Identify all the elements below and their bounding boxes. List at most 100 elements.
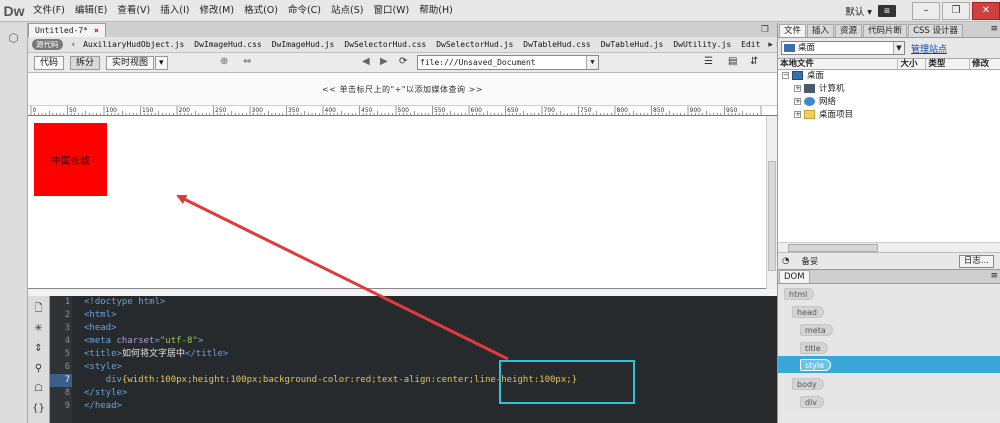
dom-node-div[interactable]: div [800,396,825,408]
related-file[interactable]: DwSelectorHud.css [339,40,431,49]
refresh-icon[interactable]: ⟳ [399,56,407,67]
col-type[interactable]: 类型 [926,59,971,69]
chevron-right-icon[interactable]: ▸ » [765,40,777,50]
dom-node-body[interactable]: body [792,378,824,390]
tab-css-designer[interactable]: CSS 设计器 [908,24,963,37]
tree-item-computer[interactable]: + 计算机 [778,83,1000,96]
code-line[interactable]: <html> [84,309,577,322]
source-code-badge[interactable]: 源代码 [32,39,63,50]
open-documents-icon[interactable]: 🗋 [32,302,46,316]
dom-node-style[interactable]: style [800,359,832,371]
tab-assets[interactable]: 资源 [835,24,863,37]
menu-view[interactable]: 查看(V) [112,0,155,22]
workspace-switcher[interactable]: 默认 ▾ [845,4,872,18]
chevron-left-icon[interactable]: ‹ [69,40,79,50]
related-file[interactable]: Edit [736,40,765,49]
code-line[interactable]: </style> [84,387,577,400]
collapse-icon[interactable]: − [782,72,789,79]
menu-file[interactable]: 文件(F) [28,0,70,22]
code-editor[interactable]: <!doctype html> <html> <head> <meta char… [84,296,577,423]
site-select[interactable]: 桌面 ▼ [781,41,905,55]
design-scrollbar[interactable] [766,116,777,289]
related-file[interactable]: DwTableHud.js [596,40,669,49]
code-line[interactable]: <style> [84,361,577,374]
related-file[interactable]: DwUtility.js [668,40,736,49]
address-input[interactable]: file:///Unsaved_Document ▼ [417,55,599,70]
files-scrollbar[interactable] [778,242,1000,253]
panel-menu-icon[interactable]: ≡ [990,271,998,281]
menu-format[interactable]: 格式(O) [239,0,283,22]
chevron-down-icon[interactable]: ▼ [586,56,598,69]
code-line[interactable]: <head> [84,322,577,335]
select-parent-icon[interactable]: ⚲ [32,362,46,376]
close-button[interactable]: ✕ [972,1,1000,20]
related-file[interactable]: DwImageHud.js [267,40,340,49]
kb-icon[interactable]: ⊞ [878,4,896,17]
document-tab[interactable]: Untitled-7* × [28,23,106,37]
related-file[interactable]: DwTableHud.css [518,40,595,49]
highlight-icon[interactable]: ✳ [32,322,46,336]
split-view-button[interactable]: 拆分 [70,55,101,70]
expand-icon[interactable]: + [794,85,801,92]
code-view[interactable]: 🗋 ✳ ⇕ ⚲ ☖ {} 1 2 3 4 5 6 7 8 9 <!doctype… [28,296,777,423]
tab-insert[interactable]: 插入 [807,24,835,37]
insert-icon[interactable]: ⬡ [5,29,23,47]
sort-icon[interactable]: ⇵ [750,56,758,67]
code-line-current[interactable]: div{width:100px;height:100px;background-… [84,374,577,387]
dom-node-meta[interactable]: meta [800,324,833,336]
forward-icon[interactable]: ▶ [380,56,388,67]
close-tab-icon[interactable]: × [94,26,99,35]
tree-item-network[interactable]: + 网络 [778,96,1000,109]
menu-window[interactable]: 窗口(W) [368,0,414,22]
tab-dom[interactable]: DOM [779,270,810,283]
dom-node-head[interactable]: head [792,306,824,318]
log-button[interactable]: 日志... [958,254,994,268]
col-local-files[interactable]: 本地文件 [778,59,899,69]
manage-sites-link[interactable]: 管理站点 [911,42,947,55]
restore-icon[interactable]: ❐ [761,23,769,37]
related-file[interactable]: AuxiliaryHudObject.js [78,40,189,49]
menu-help[interactable]: 帮助(H) [414,0,458,22]
tab-files[interactable]: 文件 [779,24,807,37]
col-modified[interactable]: 修改 [970,59,1000,69]
code-view-button[interactable]: 代码 [34,55,65,70]
expand-icon[interactable]: + [794,98,801,105]
dom-node-title[interactable]: title [800,342,828,354]
code-line[interactable]: <!doctype html> [84,296,577,309]
menu-insert[interactable]: 插入(I) [155,0,194,22]
live-view-button[interactable]: 实时视图 [106,55,155,70]
line-number: 4 [64,336,70,346]
tree-item-desktop[interactable]: − 桌面 [778,70,1000,83]
braces-icon[interactable]: {} [32,402,46,416]
tree-item-desktop-items[interactable]: + 桌面项目 [778,109,1000,122]
related-file[interactable]: DwSelectorHud.js [431,40,518,49]
expand-icon[interactable]: ⇕ [32,342,46,356]
maximize-button[interactable]: ❐ [942,1,970,20]
page-icon[interactable]: ▤ [728,56,737,67]
red-div-box[interactable]: 中国长城 [34,123,107,196]
minimize-button[interactable]: – [912,1,940,20]
tab-snippets[interactable]: 代码片断 [863,24,908,37]
menu-edit[interactable]: 编辑(E) [70,0,112,22]
expand-icon[interactable]: + [794,111,801,118]
inspect-icon[interactable]: ⊕ [220,56,228,67]
design-view[interactable]: 中国长城 [28,116,777,289]
related-file[interactable]: DwImageHud.css [189,40,266,49]
col-size[interactable]: 大小 [898,59,927,69]
menu-commands[interactable]: 命令(C) [283,0,326,22]
chevron-down-icon[interactable]: ▼ [893,42,904,54]
code-line[interactable]: </head> [84,400,577,413]
back-icon[interactable]: ◀ [362,56,370,67]
media-query-bar[interactable]: << 单击标尺上的"+"以添加媒体查询 >> [28,73,777,106]
dom-node-html[interactable]: html [784,288,815,300]
code-line[interactable]: <title>如何将文字居中</title> [84,348,577,361]
format-icon[interactable]: ☰ [704,56,713,67]
menu-site[interactable]: 站点(S) [326,0,368,22]
collapse-icon[interactable]: ☖ [32,382,46,396]
menu-modify[interactable]: 修改(M) [194,0,239,22]
ruler[interactable]: 0 50 100 150 200 250 300 350 400 450 500 550 600 650 7… [28,106,777,116]
panel-menu-icon[interactable]: ≡ [990,24,998,34]
live-view-dropdown[interactable]: ▾ [155,55,168,70]
preview-icon[interactable]: ⇔ [243,56,251,67]
code-line[interactable]: <meta charset="utf-8"> [84,335,577,348]
